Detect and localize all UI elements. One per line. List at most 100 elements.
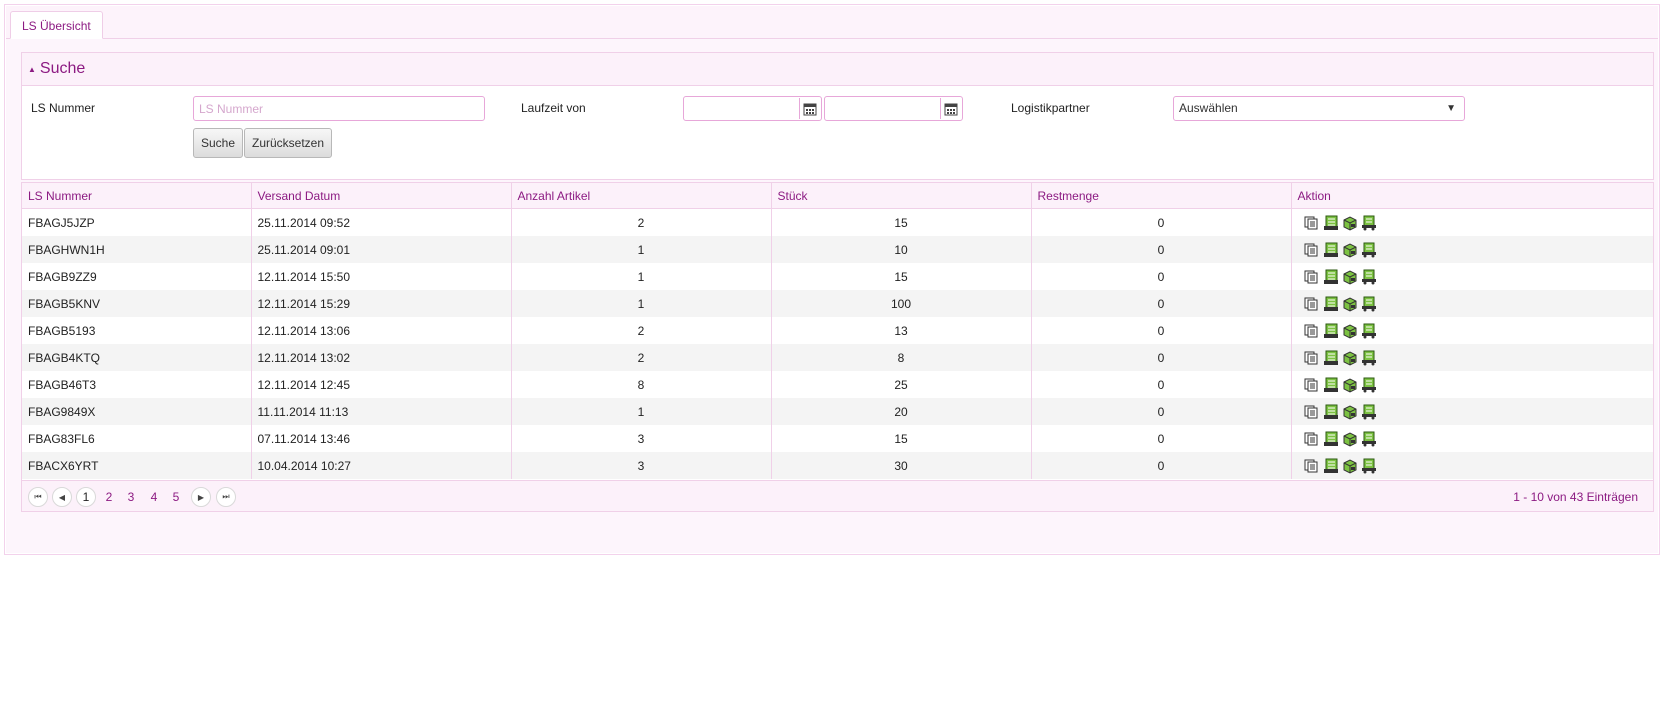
package-icon[interactable]	[1342, 242, 1358, 258]
table-row[interactable]: FBAG83FL6 07.11.2014 13:46 3 15 0	[22, 425, 1653, 452]
search-button[interactable]: Suche	[193, 128, 244, 158]
cell-restmenge: 0	[1031, 371, 1292, 398]
green-list-icon[interactable]	[1323, 431, 1339, 447]
green-list-icon[interactable]	[1323, 377, 1339, 393]
green-truck-list-icon[interactable]	[1361, 296, 1377, 312]
green-list-icon[interactable]	[1323, 350, 1339, 366]
cell-ls-nummer: FBAGB9ZZ9	[22, 263, 252, 290]
page-1[interactable]: 1	[76, 487, 96, 507]
next-page-icon[interactable]: ▶	[191, 487, 211, 507]
cell-ls-nummer: FBACX6YRT	[22, 452, 252, 479]
cell-ls-nummer: FBAGHWN1H	[22, 236, 252, 263]
documents-icon[interactable]	[1304, 431, 1320, 447]
action-icons	[1298, 242, 1648, 258]
col-header-ls-nummer[interactable]: LS Nummer	[22, 183, 252, 209]
package-icon[interactable]	[1342, 431, 1358, 447]
documents-icon[interactable]	[1304, 269, 1320, 285]
documents-icon[interactable]	[1304, 350, 1320, 366]
green-truck-list-icon[interactable]	[1361, 350, 1377, 366]
col-header-versand-datum[interactable]: Versand Datum	[251, 183, 512, 209]
table-row[interactable]: FBAGB4KTQ 12.11.2014 13:02 2 8 0	[22, 344, 1653, 371]
action-icons	[1298, 458, 1648, 474]
calendar-icon[interactable]	[799, 98, 820, 119]
cell-anzahl-artikel: 8	[511, 371, 772, 398]
documents-icon[interactable]	[1304, 404, 1320, 420]
green-truck-list-icon[interactable]	[1361, 377, 1377, 393]
reset-button[interactable]: Zurücksetzen	[244, 128, 333, 158]
package-icon[interactable]	[1342, 377, 1358, 393]
cell-aktion	[1291, 209, 1653, 237]
cell-aktion	[1291, 371, 1653, 398]
date-from-field[interactable]	[683, 96, 822, 121]
page-3[interactable]: 3	[121, 487, 141, 507]
search-panel-header[interactable]: ▲ Suche	[22, 53, 1653, 86]
page-4[interactable]: 4	[144, 487, 164, 507]
dropdown-arrow-icon: ▼	[1446, 103, 1456, 114]
cell-restmenge: 0	[1031, 425, 1292, 452]
cell-ls-nummer: FBAGB5193	[22, 317, 252, 344]
cell-anzahl-artikel: 2	[511, 344, 772, 371]
col-header-stueck[interactable]: Stück	[771, 183, 1032, 209]
package-icon[interactable]	[1342, 323, 1358, 339]
table-row[interactable]: FBAGB9ZZ9 12.11.2014 15:50 1 15 0	[22, 263, 1653, 290]
documents-icon[interactable]	[1304, 242, 1320, 258]
calendar-icon[interactable]	[940, 98, 961, 119]
table-row[interactable]: FBAGJ5JZP 25.11.2014 09:52 2 15 0	[22, 208, 1653, 237]
table-row[interactable]: FBAGB5193 12.11.2014 13:06 2 13 0	[22, 317, 1653, 344]
documents-icon[interactable]	[1304, 296, 1320, 312]
green-list-icon[interactable]	[1323, 404, 1339, 420]
green-truck-list-icon[interactable]	[1361, 269, 1377, 285]
tab-ls-uebersicht[interactable]: LS Übersicht	[10, 11, 103, 39]
first-page-icon[interactable]: ⏮	[28, 487, 48, 507]
green-list-icon[interactable]	[1323, 458, 1339, 474]
table-row[interactable]: FBAG9849X 11.11.2014 11:13 1 20 0	[22, 398, 1653, 425]
col-header-restmenge[interactable]: Restmenge	[1031, 183, 1292, 209]
cell-restmenge: 0	[1031, 208, 1292, 236]
package-icon[interactable]	[1342, 215, 1358, 231]
green-list-icon[interactable]	[1323, 296, 1339, 312]
documents-icon[interactable]	[1304, 458, 1320, 474]
table-row[interactable]: FBAGB46T3 12.11.2014 12:45 8 25 0	[22, 371, 1653, 398]
green-truck-list-icon[interactable]	[1361, 404, 1377, 420]
table-row[interactable]: FBAGB5KNV 12.11.2014 15:29 1 100 0	[22, 290, 1653, 317]
ls-nummer-input[interactable]	[193, 96, 485, 121]
package-icon[interactable]	[1342, 458, 1358, 474]
prev-page-icon[interactable]: ◀	[52, 487, 72, 507]
cell-aktion	[1291, 263, 1653, 290]
page-5[interactable]: 5	[166, 487, 186, 507]
package-icon[interactable]	[1342, 350, 1358, 366]
green-list-icon[interactable]	[1323, 242, 1339, 258]
logistikpartner-select[interactable]: Auswählen ▼	[1173, 96, 1465, 121]
cell-stueck: 13	[771, 317, 1032, 344]
cell-ls-nummer: FBAGB4KTQ	[22, 344, 252, 371]
green-truck-list-icon[interactable]	[1361, 242, 1377, 258]
green-list-icon[interactable]	[1323, 215, 1339, 231]
page-2[interactable]: 2	[99, 487, 119, 507]
green-list-icon[interactable]	[1323, 269, 1339, 285]
cell-ls-nummer: FBAG9849X	[22, 398, 252, 425]
col-header-anzahl-artikel[interactable]: Anzahl Artikel	[511, 183, 772, 209]
green-list-icon[interactable]	[1323, 323, 1339, 339]
documents-icon[interactable]	[1304, 377, 1320, 393]
green-truck-list-icon[interactable]	[1361, 458, 1377, 474]
table-row[interactable]: FBACX6YRT 10.04.2014 10:27 3 30 0	[22, 452, 1653, 479]
cell-aktion	[1291, 290, 1653, 317]
package-icon[interactable]	[1342, 296, 1358, 312]
green-truck-list-icon[interactable]	[1361, 323, 1377, 339]
documents-icon[interactable]	[1304, 215, 1320, 231]
tab-bar: LS Übersicht	[6, 6, 1658, 39]
action-icons	[1298, 350, 1648, 366]
cell-restmenge: 0	[1031, 263, 1292, 290]
green-truck-list-icon[interactable]	[1361, 431, 1377, 447]
cell-ls-nummer: FBAGB46T3	[22, 371, 252, 398]
action-icons	[1298, 215, 1648, 231]
green-truck-list-icon[interactable]	[1361, 215, 1377, 231]
documents-icon[interactable]	[1304, 323, 1320, 339]
table-row[interactable]: FBAGHWN1H 25.11.2014 09:01 1 10 0	[22, 236, 1653, 263]
cell-anzahl-artikel: 3	[511, 452, 772, 479]
package-icon[interactable]	[1342, 269, 1358, 285]
package-icon[interactable]	[1342, 404, 1358, 420]
collapse-triangle-icon: ▲	[28, 64, 36, 74]
last-page-icon[interactable]: ⏭	[216, 487, 236, 507]
date-to-field[interactable]	[824, 96, 963, 121]
